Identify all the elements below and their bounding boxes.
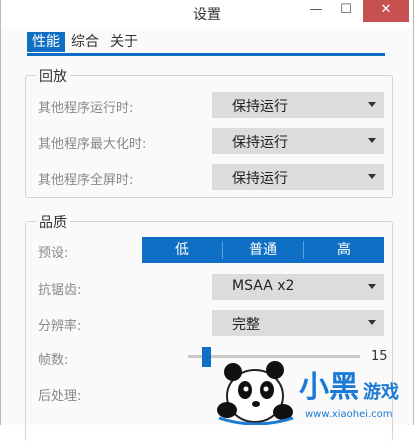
preset-high-button[interactable]: 高 [304,237,384,263]
preset-label: 预设: [38,246,69,261]
panda-mascot-icon [217,361,294,425]
antialias-label: 抗锯齿: [38,283,82,298]
watermark-logo: 小黑 游戏 www.xiaohei.com [213,356,414,425]
chevron-down-icon [368,174,376,179]
tab-general[interactable]: 综合 [66,32,104,52]
antialias-select[interactable]: MSAA x2 [212,274,384,300]
postprocess-label: 后处理: [38,389,82,404]
select-value: 保持运行 [232,171,288,187]
other-app-running-select[interactable]: 保持运行 [212,92,384,118]
maximize-button[interactable]: ☐ [331,0,361,22]
watermark-text-sub: 游戏 [363,382,399,403]
fps-label: 帧数: [38,353,69,368]
other-app-fullscreen-label: 其他程序全屏时: [38,173,134,188]
playback-group-title: 回放 [36,66,70,86]
fps-slider-thumb[interactable] [202,347,211,367]
tab-underline [27,53,385,56]
resolution-label: 分辨率: [38,319,82,334]
tab-bar: 性能 综合 关于 [27,32,144,54]
select-value: 完整 [232,317,260,333]
select-value: MSAA x2 [232,278,295,294]
settings-window: 设置 — ☐ ✕ 性能 综合 关于 回放 其他程序运行时: 保持运行 其他程序最大化… [0,0,414,441]
other-app-maximized-select[interactable]: 保持运行 [212,128,384,154]
chevron-down-icon [368,102,376,107]
chevron-down-icon [368,284,376,289]
preset-low-button[interactable]: 低 [142,237,222,263]
watermark-url: www.xiaohei.com [305,409,393,420]
playback-group: 回放 其他程序运行时: 保持运行 其他程序最大化时: 保持运行 其他程序全屏时:… [25,66,393,198]
other-app-fullscreen-select[interactable]: 保持运行 [212,164,384,190]
select-value: 保持运行 [232,135,288,151]
watermark-text-main: 小黑 [299,370,359,405]
tab-performance[interactable]: 性能 [27,32,65,52]
chevron-down-icon [368,320,376,325]
other-app-maximized-label: 其他程序最大化时: [38,137,147,152]
minimize-button[interactable]: — [301,0,331,22]
quality-group-title: 品质 [36,212,70,232]
preset-segmented-control: 低 普通 高 [142,237,384,263]
select-value: 保持运行 [232,99,288,115]
title-bar[interactable]: 设置 — ☐ ✕ [1,0,413,28]
close-button[interactable]: ✕ [363,0,409,22]
chevron-down-icon [368,138,376,143]
resolution-select[interactable]: 完整 [212,310,384,336]
other-app-running-label: 其他程序运行时: [38,101,134,116]
preset-normal-button[interactable]: 普通 [223,237,303,263]
tab-about[interactable]: 关于 [105,32,143,52]
